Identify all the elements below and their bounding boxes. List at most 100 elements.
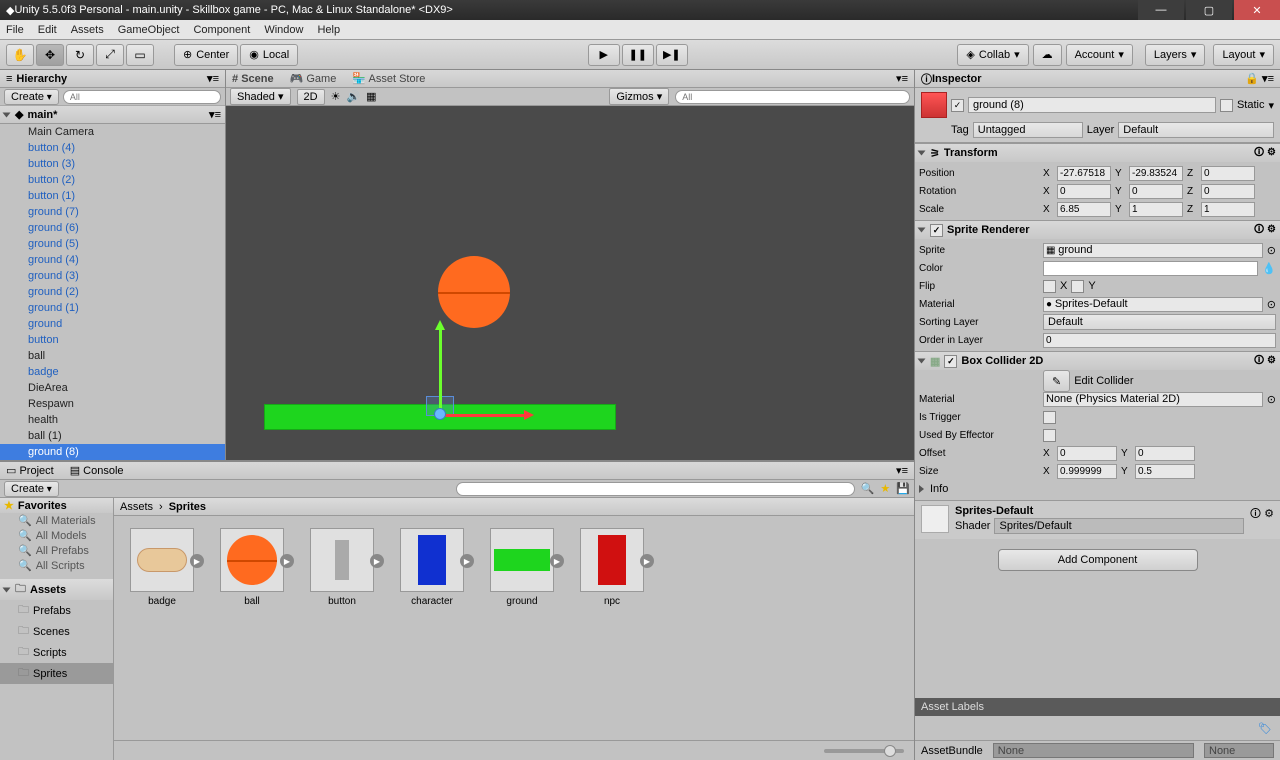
tab-console[interactable]: ▤ Console [70,464,124,477]
thumbnail-size-slider[interactable] [824,749,904,753]
search-filter-icon[interactable]: 🔍 [861,482,875,495]
hand-tool[interactable]: ✋ [6,44,34,66]
color-field[interactable] [1043,261,1258,276]
menu-edit[interactable]: Edit [38,24,57,36]
hierarchy-item[interactable]: ground (7) [0,204,225,220]
object-active-checkbox[interactable]: ✓ [951,99,964,112]
hierarchy-create[interactable]: Create ▾ [4,89,59,105]
hierarchy-item[interactable]: ball [0,348,225,364]
fav-scripts[interactable]: 🔍All Scripts [0,558,113,573]
hierarchy-item[interactable]: ground (1) [0,300,225,316]
hierarchy-item[interactable]: ground (4) [0,252,225,268]
hierarchy-search[interactable] [63,90,221,104]
project-create[interactable]: Create ▾ [4,481,59,497]
edit-collider-button[interactable]: ✎ [1043,370,1070,392]
layout-dropdown[interactable]: Layout ▾ [1213,44,1274,66]
menu-window[interactable]: Window [264,24,303,36]
folder-sprites[interactable]: 🗀Sprites [0,663,113,684]
scene-name[interactable]: main* [27,109,57,121]
static-checkbox[interactable] [1220,99,1233,112]
mode-2d[interactable]: 2D [297,89,325,105]
hierarchy-list[interactable]: Main Camerabutton (4)button (3)button (2… [0,124,225,460]
project-tree[interactable]: ★Favorites 🔍All Materials 🔍All Models 🔍A… [0,498,114,760]
assets-grid[interactable]: ▶badge▶ball▶button▶character▶ground▶npc [114,516,914,740]
assetbundle-dropdown[interactable]: None [993,743,1194,758]
asset-item[interactable]: ▶npc [576,528,648,607]
menu-assets[interactable]: Assets [71,24,104,36]
hierarchy-item[interactable]: button (1) [0,188,225,204]
project-search[interactable] [456,482,855,496]
layers-dropdown[interactable]: Layers ▾ [1145,44,1206,66]
audio-icon[interactable]: 🔊 [346,90,360,103]
tab-game[interactable]: 🎮 Game [290,72,337,85]
gizmo-y-axis[interactable] [439,328,442,414]
hierarchy-item[interactable]: ball (1) [0,428,225,444]
offset-x[interactable] [1057,446,1117,461]
phys-material[interactable]: None (Physics Material 2D) [1043,392,1263,407]
hierarchy-item[interactable]: Respawn [0,396,225,412]
play-icon[interactable]: ▶ [280,554,294,568]
lighting-icon[interactable]: ☀ [331,90,341,103]
hierarchy-item[interactable]: ground (8) [0,444,225,460]
add-component-button[interactable]: Add Component [998,549,1198,571]
play-icon[interactable]: ▶ [460,554,474,568]
asset-item[interactable]: ▶badge [126,528,198,607]
assetbundle-variant[interactable]: None [1204,743,1274,758]
save-search-icon[interactable]: 💾 [896,482,910,495]
scale-z[interactable] [1201,202,1255,217]
hierarchy-item[interactable]: ground (2) [0,284,225,300]
hierarchy-item[interactable]: Main Camera [0,124,225,140]
cloud-button[interactable]: ☁ [1033,44,1062,66]
gizmo-center[interactable] [434,408,446,420]
play-icon[interactable]: ▶ [550,554,564,568]
sprite-field[interactable]: ▦ ground [1043,243,1263,258]
hierarchy-item[interactable]: button (4) [0,140,225,156]
minimize-button[interactable]: — [1138,0,1184,20]
menu-component[interactable]: Component [193,24,250,36]
used-by-effector[interactable] [1043,429,1056,442]
pos-z[interactable] [1201,166,1255,181]
hierarchy-item[interactable]: button [0,332,225,348]
fx-icon[interactable]: ▦ [366,90,376,103]
scene-search[interactable] [675,90,910,104]
breadcrumb[interactable]: Assets › Sprites [114,498,914,516]
pivot-local[interactable]: ◉ Local [240,44,298,66]
asset-item[interactable]: ▶ground [486,528,558,607]
rot-y[interactable] [1129,184,1183,199]
pause-button[interactable]: ❚❚ [622,44,654,66]
step-button[interactable]: ▶❚ [656,44,688,66]
hierarchy-item[interactable]: DieArea [0,380,225,396]
sprite-ball[interactable] [438,256,510,328]
is-trigger[interactable] [1043,411,1056,424]
hierarchy-item[interactable]: ground (6) [0,220,225,236]
hierarchy-item[interactable]: button (2) [0,172,225,188]
hierarchy-item[interactable]: ground (3) [0,268,225,284]
fav-prefabs[interactable]: 🔍All Prefabs [0,543,113,558]
gizmos-dropdown[interactable]: Gizmos ▾ [609,88,669,105]
tab-scene[interactable]: # Scene [232,73,274,85]
flip-x[interactable] [1043,280,1056,293]
pos-x[interactable] [1057,166,1111,181]
play-icon[interactable]: ▶ [370,554,384,568]
rot-x[interactable] [1057,184,1111,199]
hierarchy-item[interactable]: ground (5) [0,236,225,252]
scale-tool[interactable]: ⤢ [96,44,124,66]
asset-item[interactable]: ▶character [396,528,468,607]
menu-file[interactable]: File [6,24,24,36]
rect-tool[interactable]: ▭ [126,44,154,66]
flip-y[interactable] [1071,280,1084,293]
size-y[interactable] [1135,464,1195,479]
offset-y[interactable] [1135,446,1195,461]
gizmo-x-axis[interactable] [440,414,526,417]
tag-dropdown[interactable]: Untagged [973,122,1083,138]
layer-dropdown[interactable]: Default [1118,122,1274,138]
rot-z[interactable] [1201,184,1255,199]
shading-mode[interactable]: Shaded ▾ [230,88,291,105]
shader-dropdown[interactable]: Sprites/Default [994,518,1243,534]
hierarchy-item[interactable]: button (3) [0,156,225,172]
order-field[interactable] [1043,333,1276,348]
play-icon[interactable]: ▶ [640,554,654,568]
sorting-layer[interactable]: Default [1043,314,1276,330]
play-button[interactable]: ▶ [588,44,620,66]
folder-scenes[interactable]: 🗀Scenes [0,621,113,642]
